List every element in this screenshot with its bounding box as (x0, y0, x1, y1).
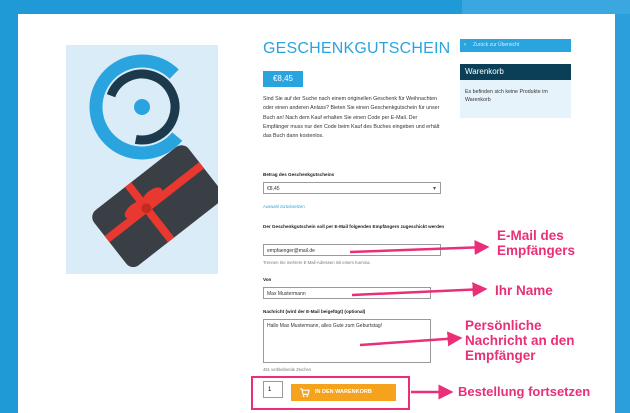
from-label: Von (263, 277, 272, 282)
amount-label: Betrag des Geschenkgutscheins (263, 172, 335, 177)
product-title: GESCHENKGUTSCHEIN (263, 40, 451, 57)
email-label: Der Geschenkgutschein soll per E-Mail fo… (263, 224, 445, 229)
email-hint: Trennen Sie mehrere E-Mail-Adressen mit … (263, 260, 371, 265)
callout-order: Bestellung fortsetzen (458, 384, 591, 399)
chevron-left-icon: ‹ (464, 42, 466, 48)
chars-remaining: 451 verbleibende Zeichen (263, 367, 312, 372)
callout-message-line2: Nachricht an den (465, 333, 575, 348)
from-field[interactable]: Max Mustermann (263, 287, 431, 299)
background-strip (462, 0, 630, 14)
email-field[interactable]: empfaenger@mail.de (263, 244, 441, 256)
background-strip-right (615, 14, 630, 413)
chevron-down-icon: ▾ (432, 186, 436, 192)
reset-selection-link[interactable]: Auswahl zurücksetzen (263, 204, 305, 209)
cart-title: Warenkorb (460, 64, 571, 80)
callout-email-line1: E-Mail des (497, 228, 564, 243)
message-textarea[interactable]: Hallo Max Mustermann, alles Gute zum Geb… (263, 319, 431, 363)
price-badge: €8,45 (263, 71, 303, 87)
callout-message-line1: Persönliche (465, 318, 542, 333)
back-label: Zurück zur Übersicht (473, 42, 520, 48)
callout-email-line2: Empfängers (497, 243, 576, 258)
product-image (66, 45, 218, 274)
callout-message: Persönliche Nachricht an den Empfänger (465, 318, 575, 363)
cart-empty-message: Es befinden sich keine Produkte im Waren… (460, 80, 571, 118)
highlight-box (251, 376, 410, 410)
amount-select[interactable]: €8,45 ▾ (263, 182, 441, 194)
callout-name: Ihr Name (495, 283, 553, 298)
message-label: Nachricht (wird der E-Mail beigefügt) (o… (263, 309, 366, 314)
amount-value: €8,45 (267, 186, 280, 192)
back-to-overview-button[interactable]: ‹ Zurück zur Übersicht (460, 39, 571, 52)
callout-message-line3: Empfänger (465, 348, 536, 363)
product-description: Sind Sie auf der Suche nach einem origin… (263, 96, 440, 140)
gift-card-illustration (89, 54, 218, 268)
callout-email: E-Mail des Empfängers (497, 228, 575, 258)
